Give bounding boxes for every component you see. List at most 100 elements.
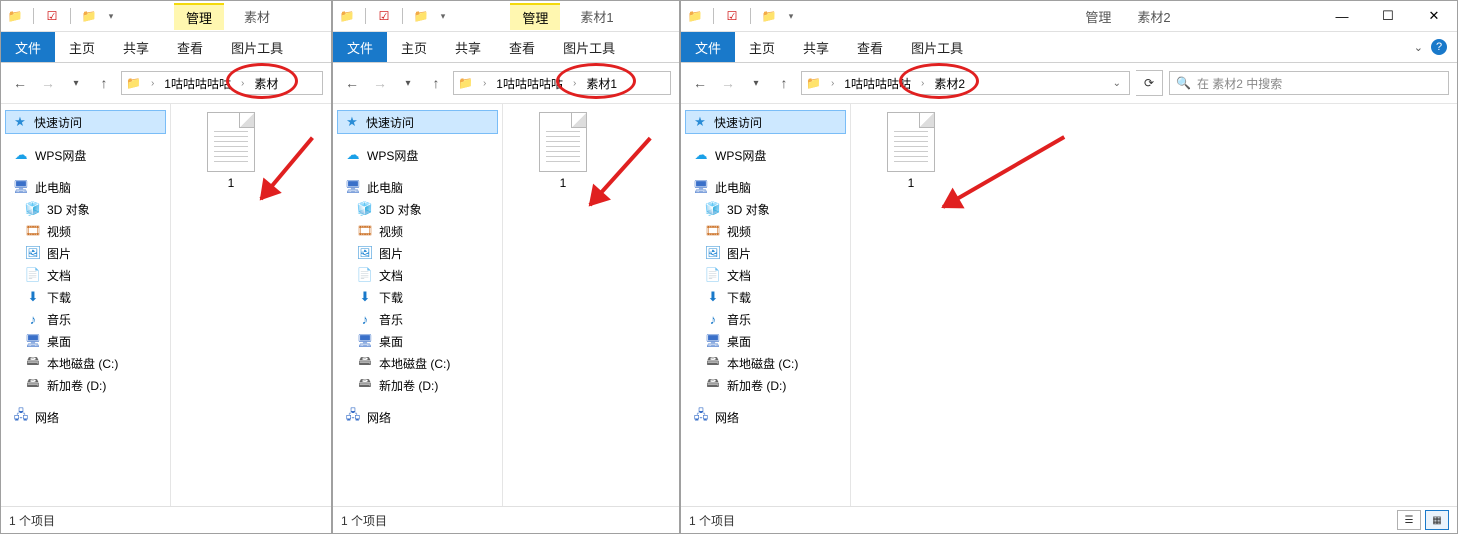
sidebar-item-pictures[interactable]: 🖼图片 [337,242,498,264]
tab-file[interactable]: 文件 [1,32,55,62]
sidebar-item-3d-objects[interactable]: 🧊3D 对象 [5,198,166,220]
tab-view[interactable]: 查看 [843,32,897,62]
address-box[interactable]: 📁 › 1咕咕咕咕咕 › 素材1 [453,71,671,95]
sidebar-item-desktop[interactable]: 🖥桌面 [685,330,846,352]
checkbox-icon[interactable]: ☑ [376,8,392,24]
sidebar-item-new-vol-d[interactable]: 🖴新加卷 (D:) [337,374,498,396]
tab-view[interactable]: 查看 [495,32,549,62]
sidebar-item-pictures[interactable]: 🖼图片 [685,242,846,264]
tab-view[interactable]: 查看 [163,32,217,62]
sidebar-item-network[interactable]: 🖧网络 [337,406,498,428]
crumb-parent[interactable]: 1咕咕咕咕咕 [844,75,911,92]
sidebar-item-3d-objects[interactable]: 🧊3D 对象 [685,198,846,220]
sidebar-item-desktop[interactable]: 🖥桌面 [5,330,166,352]
help-icon[interactable]: ? [1431,39,1447,55]
chevron-down-icon[interactable]: ▾ [435,8,451,24]
close-button[interactable]: ✕ [1411,1,1457,31]
sidebar-item-documents[interactable]: 📄文档 [5,264,166,286]
sidebar-item-quick-access[interactable]: ★快速访问 [5,110,166,134]
sidebar-item-quick-access[interactable]: ★快速访问 [337,110,498,134]
nav-forward-button[interactable]: → [717,72,739,94]
sidebar-item-quick-access[interactable]: ★快速访问 [685,110,846,134]
sidebar-item-downloads[interactable]: ⬇下载 [337,286,498,308]
address-box[interactable]: 📁 › 1咕咕咕咕咕 › 素材 [121,71,323,95]
view-details-button[interactable]: ☰ [1397,510,1421,530]
chevron-down-icon[interactable]: ⌄ [1109,78,1125,89]
crumb-current[interactable]: 素材1 [586,75,617,92]
sidebar-item-pictures[interactable]: 🖼图片 [5,242,166,264]
sidebar-item-music[interactable]: ♪音乐 [5,308,166,330]
crumb-current[interactable]: 素材2 [934,75,965,92]
crumb-current[interactable]: 素材 [254,75,278,92]
sidebar-item-desktop[interactable]: 🖥桌面 [337,330,498,352]
sidebar-item-local-c[interactable]: 🖴本地磁盘 (C:) [337,352,498,374]
tab-share[interactable]: 共享 [789,32,843,62]
sidebar-item-3d-objects[interactable]: 🧊3D 对象 [337,198,498,220]
tab-home[interactable]: 主页 [735,32,789,62]
tab-picture-tools[interactable]: 图片工具 [217,32,297,62]
sidebar-item-this-pc[interactable]: 🖥此电脑 [5,176,166,198]
file-list[interactable]: 1 [503,104,679,506]
sidebar-item-music[interactable]: ♪音乐 [685,308,846,330]
chevron-down-icon[interactable]: ▾ [783,8,799,24]
view-icons-button[interactable]: ▦ [1425,510,1449,530]
title-manage[interactable]: 管理 [174,3,224,30]
sidebar-item-wps[interactable]: ☁WPS网盘 [685,144,846,166]
nav-up-button[interactable]: ↑ [93,72,115,94]
tab-picture-tools[interactable]: 图片工具 [549,32,629,62]
file-item[interactable]: 1 [191,112,271,190]
sidebar-item-new-vol-d[interactable]: 🖴新加卷 (D:) [5,374,166,396]
nav-back-button[interactable]: ← [689,72,711,94]
refresh-button[interactable]: ⟳ [1136,70,1163,96]
sidebar-item-downloads[interactable]: ⬇下载 [685,286,846,308]
tab-picture-tools[interactable]: 图片工具 [897,32,977,62]
nav-back-button[interactable]: ← [9,72,31,94]
title-manage[interactable]: 管理 [1079,4,1117,29]
sidebar-item-wps[interactable]: ☁WPS网盘 [5,144,166,166]
nav-forward-button[interactable]: → [37,72,59,94]
search-input[interactable]: 🔍 在 素材2 中搜索 [1169,71,1449,95]
tab-home[interactable]: 主页 [55,32,109,62]
nav-history-button[interactable]: ▾ [745,72,767,94]
sidebar-item-music[interactable]: ♪音乐 [337,308,498,330]
tab-home[interactable]: 主页 [387,32,441,62]
tab-file[interactable]: 文件 [333,32,387,62]
file-list[interactable]: 1 [851,104,1457,506]
sidebar-item-network[interactable]: 🖧网络 [5,406,166,428]
sidebar-item-this-pc[interactable]: 🖥此电脑 [685,176,846,198]
sidebar-item-local-c[interactable]: 🖴本地磁盘 (C:) [685,352,846,374]
ribbon-collapse-icon[interactable]: ⌄ [1414,41,1423,54]
sidebar-item-documents[interactable]: 📄文档 [337,264,498,286]
nav-history-button[interactable]: ▾ [397,72,419,94]
sidebar-item-network[interactable]: 🖧网络 [685,406,846,428]
address-box[interactable]: 📁 › 1咕咕咕咕咕 › 素材2 ⌄ [801,71,1130,95]
nav-up-button[interactable]: ↑ [773,72,795,94]
maximize-button[interactable]: ☐ [1365,1,1411,31]
sidebar-item-wps[interactable]: ☁WPS网盘 [337,144,498,166]
minimize-button[interactable]: — [1319,1,1365,31]
sidebar-item-new-vol-d[interactable]: 🖴新加卷 (D:) [685,374,846,396]
nav-forward-button[interactable]: → [369,72,391,94]
tab-share[interactable]: 共享 [441,32,495,62]
sidebar-item-videos[interactable]: 🎞视频 [5,220,166,242]
file-item[interactable]: 1 [871,112,951,190]
sidebar-item-this-pc[interactable]: 🖥此电脑 [337,176,498,198]
checkbox-icon[interactable]: ☑ [724,8,740,24]
nav-up-button[interactable]: ↑ [425,72,447,94]
chevron-down-icon[interactable]: ▾ [103,8,119,24]
tab-file[interactable]: 文件 [681,32,735,62]
crumb-parent[interactable]: 1咕咕咕咕咕 [164,75,231,92]
nav-history-button[interactable]: ▾ [65,72,87,94]
sidebar-item-downloads[interactable]: ⬇下载 [5,286,166,308]
sidebar-item-videos[interactable]: 🎞视频 [685,220,846,242]
file-item[interactable]: 1 [523,112,603,190]
file-list[interactable]: 1 [171,104,331,506]
checkbox-icon[interactable]: ☑ [44,8,60,24]
title-manage[interactable]: 管理 [510,3,560,30]
crumb-parent[interactable]: 1咕咕咕咕咕 [496,75,563,92]
nav-back-button[interactable]: ← [341,72,363,94]
sidebar-item-videos[interactable]: 🎞视频 [337,220,498,242]
tab-share[interactable]: 共享 [109,32,163,62]
sidebar-item-documents[interactable]: 📄文档 [685,264,846,286]
sidebar-item-local-c[interactable]: 🖴本地磁盘 (C:) [5,352,166,374]
